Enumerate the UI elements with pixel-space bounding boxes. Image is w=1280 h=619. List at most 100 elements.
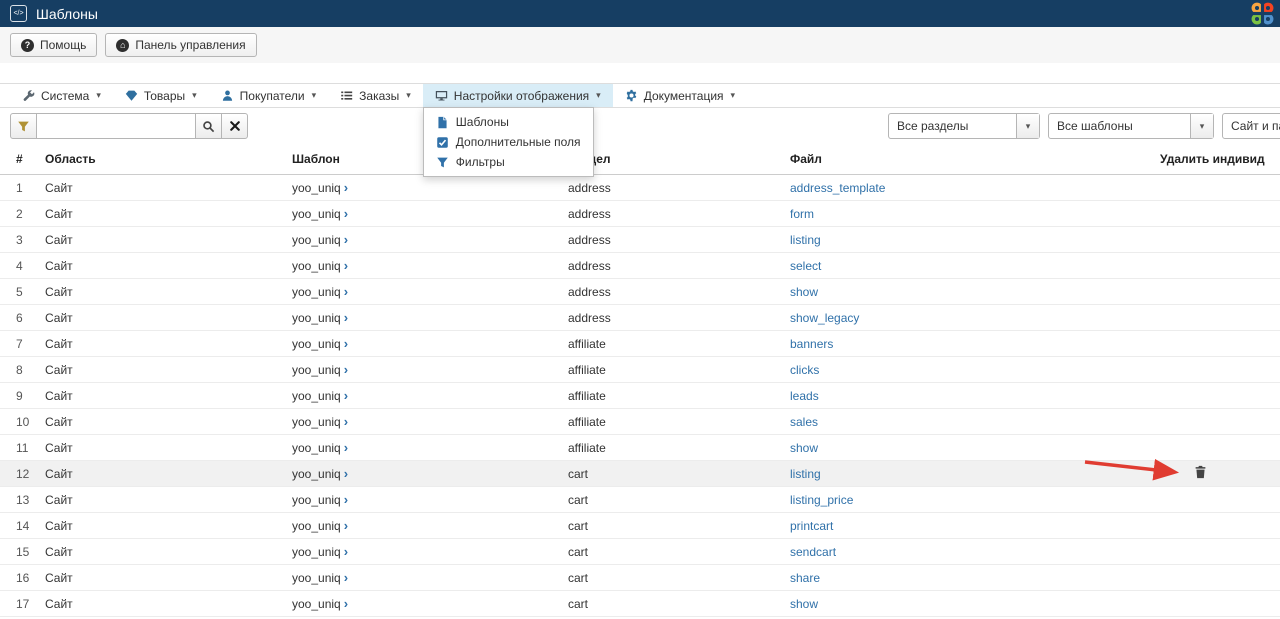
row-template[interactable]: yoo_uniq ›	[292, 284, 568, 299]
template-name: yoo_uniq	[292, 259, 341, 273]
row-template[interactable]: yoo_uniq ›	[292, 180, 568, 195]
menu-item-documentation[interactable]: Документация ▾	[613, 84, 747, 107]
row-file-cell: clicks	[790, 363, 1160, 377]
help-button[interactable]: ? Помощь	[10, 33, 98, 57]
file-link[interactable]: listing_price	[790, 493, 853, 507]
file-link[interactable]: leads	[790, 389, 819, 403]
row-template[interactable]: yoo_uniq ›	[292, 258, 568, 273]
menu-item-label: Покупатели	[239, 88, 305, 103]
row-template[interactable]: yoo_uniq ›	[292, 206, 568, 221]
file-link[interactable]: printcart	[790, 519, 833, 533]
row-template[interactable]: yoo_uniq ›	[292, 570, 568, 585]
table-row: 9 Сайт yoo_uniq › affiliate leads	[0, 383, 1280, 409]
joomla-logo-icon	[1250, 1, 1275, 26]
menu-item-orders[interactable]: Заказы ▾	[328, 84, 423, 107]
select-site-and-panel[interactable]: Сайт и панель▾	[1222, 113, 1280, 139]
row-area: Сайт	[45, 388, 73, 403]
menu-item-label: Товары	[143, 88, 186, 103]
dropdown-item-label: Фильтры	[455, 155, 505, 169]
template-name: yoo_uniq	[292, 311, 341, 325]
select-value: Все разделы	[897, 119, 969, 133]
col-header-file: Файл	[790, 152, 822, 166]
chevron-right-icon: ›	[343, 466, 349, 481]
chevron-down-icon: ▾	[1190, 114, 1213, 138]
row-area: Сайт	[45, 206, 73, 221]
row-section: affiliate	[568, 388, 606, 403]
chevron-down-icon: ▾	[1016, 114, 1039, 138]
dropdown-item-filters[interactable]: Фильтры	[424, 152, 593, 172]
row-template[interactable]: yoo_uniq ›	[292, 596, 568, 611]
select-all-sections[interactable]: Все разделы ▾	[888, 113, 1040, 139]
row-template[interactable]: yoo_uniq ›	[292, 414, 568, 429]
row-number: 7	[16, 336, 23, 351]
table-header: # Область Шаблон Раздел Файл Удалить инд…	[0, 144, 1280, 175]
dropdown-item-templates[interactable]: Шаблоны	[424, 112, 593, 132]
list-icon	[340, 89, 353, 102]
file-link[interactable]: clicks	[790, 363, 819, 377]
templates-table: # Область Шаблон Раздел Файл Удалить инд…	[0, 144, 1280, 617]
search-button[interactable]	[195, 113, 222, 139]
row-area: Сайт	[45, 180, 73, 195]
row-template[interactable]: yoo_uniq ›	[292, 466, 568, 481]
filter-funnel-button[interactable]	[10, 113, 37, 139]
row-template[interactable]: yoo_uniq ›	[292, 492, 568, 507]
col-header-delete: Удалить индивид	[1160, 152, 1265, 166]
template-name: yoo_uniq	[292, 285, 341, 299]
select-value: Сайт и панель	[1231, 119, 1280, 133]
row-template[interactable]: yoo_uniq ›	[292, 518, 568, 533]
search-input[interactable]	[36, 113, 196, 139]
chevron-right-icon: ›	[343, 232, 349, 247]
file-link[interactable]: listing	[790, 233, 821, 247]
chevron-right-icon: ›	[343, 388, 349, 403]
select-all-templates[interactable]: Все шаблоны ▾	[1048, 113, 1214, 139]
menu-item-products[interactable]: Товары ▾	[113, 84, 209, 107]
row-template[interactable]: yoo_uniq ›	[292, 544, 568, 559]
col-header-section: Раздел	[568, 152, 790, 166]
row-number: 13	[16, 492, 30, 507]
row-template[interactable]: yoo_uniq ›	[292, 336, 568, 351]
dropdown-item-label: Шаблоны	[455, 115, 509, 129]
table-row: 14 Сайт yoo_uniq › cart printcart	[0, 513, 1280, 539]
table-row: 15 Сайт yoo_uniq › cart sendcart	[0, 539, 1280, 565]
clear-search-button[interactable]	[221, 113, 248, 139]
file-link[interactable]: address_template	[790, 181, 885, 195]
chevron-down-icon: ▾	[311, 90, 317, 100]
row-file-cell: show	[790, 597, 1160, 611]
file-link[interactable]: show	[790, 597, 818, 611]
filter-row: Все разделы ▾ Все шаблоны ▾ Сайт и панель▾	[10, 112, 1280, 140]
file-link[interactable]: show	[790, 285, 818, 299]
row-template[interactable]: yoo_uniq ›	[292, 232, 568, 247]
file-link[interactable]: sendcart	[790, 545, 836, 559]
file-icon	[436, 116, 449, 129]
row-file-cell: select	[790, 259, 1160, 273]
file-link[interactable]: sales	[790, 415, 818, 429]
table-row: 17 Сайт yoo_uniq › cart show	[0, 591, 1280, 617]
trash-icon[interactable]	[1194, 465, 1208, 479]
file-link[interactable]: share	[790, 571, 820, 585]
file-link[interactable]: form	[790, 207, 814, 221]
menu-item-system[interactable]: Система ▾	[10, 84, 113, 107]
row-file-cell: sendcart	[790, 545, 1160, 559]
row-area: Сайт	[45, 336, 73, 351]
file-link[interactable]: select	[790, 259, 821, 273]
file-link[interactable]: listing	[790, 467, 821, 481]
chevron-down-icon: ▾	[596, 90, 601, 100]
row-template[interactable]: yoo_uniq ›	[292, 440, 568, 455]
row-template[interactable]: yoo_uniq ›	[292, 388, 568, 403]
row-section: address	[568, 206, 611, 221]
row-area: Сайт	[45, 284, 73, 299]
file-link[interactable]: banners	[790, 337, 833, 351]
row-template[interactable]: yoo_uniq ›	[292, 310, 568, 325]
template-name: yoo_uniq	[292, 415, 341, 429]
file-link[interactable]: show	[790, 441, 818, 455]
display-icon	[435, 89, 448, 102]
control-panel-button[interactable]: ⌂ Панель управления	[105, 33, 257, 57]
template-name: yoo_uniq	[292, 337, 341, 351]
dropdown-item-extra-fields[interactable]: Дополнительные поля	[424, 132, 593, 152]
file-link[interactable]: show_legacy	[790, 311, 859, 325]
menu-item-display-settings[interactable]: Настройки отображения ▾ Шаблоны Дополнитель…	[422, 84, 613, 177]
row-section: cart	[568, 596, 589, 611]
row-file-cell: listing	[790, 233, 1160, 247]
row-template[interactable]: yoo_uniq ›	[292, 362, 568, 377]
menu-item-customers[interactable]: Покупатели ▾	[209, 84, 328, 107]
